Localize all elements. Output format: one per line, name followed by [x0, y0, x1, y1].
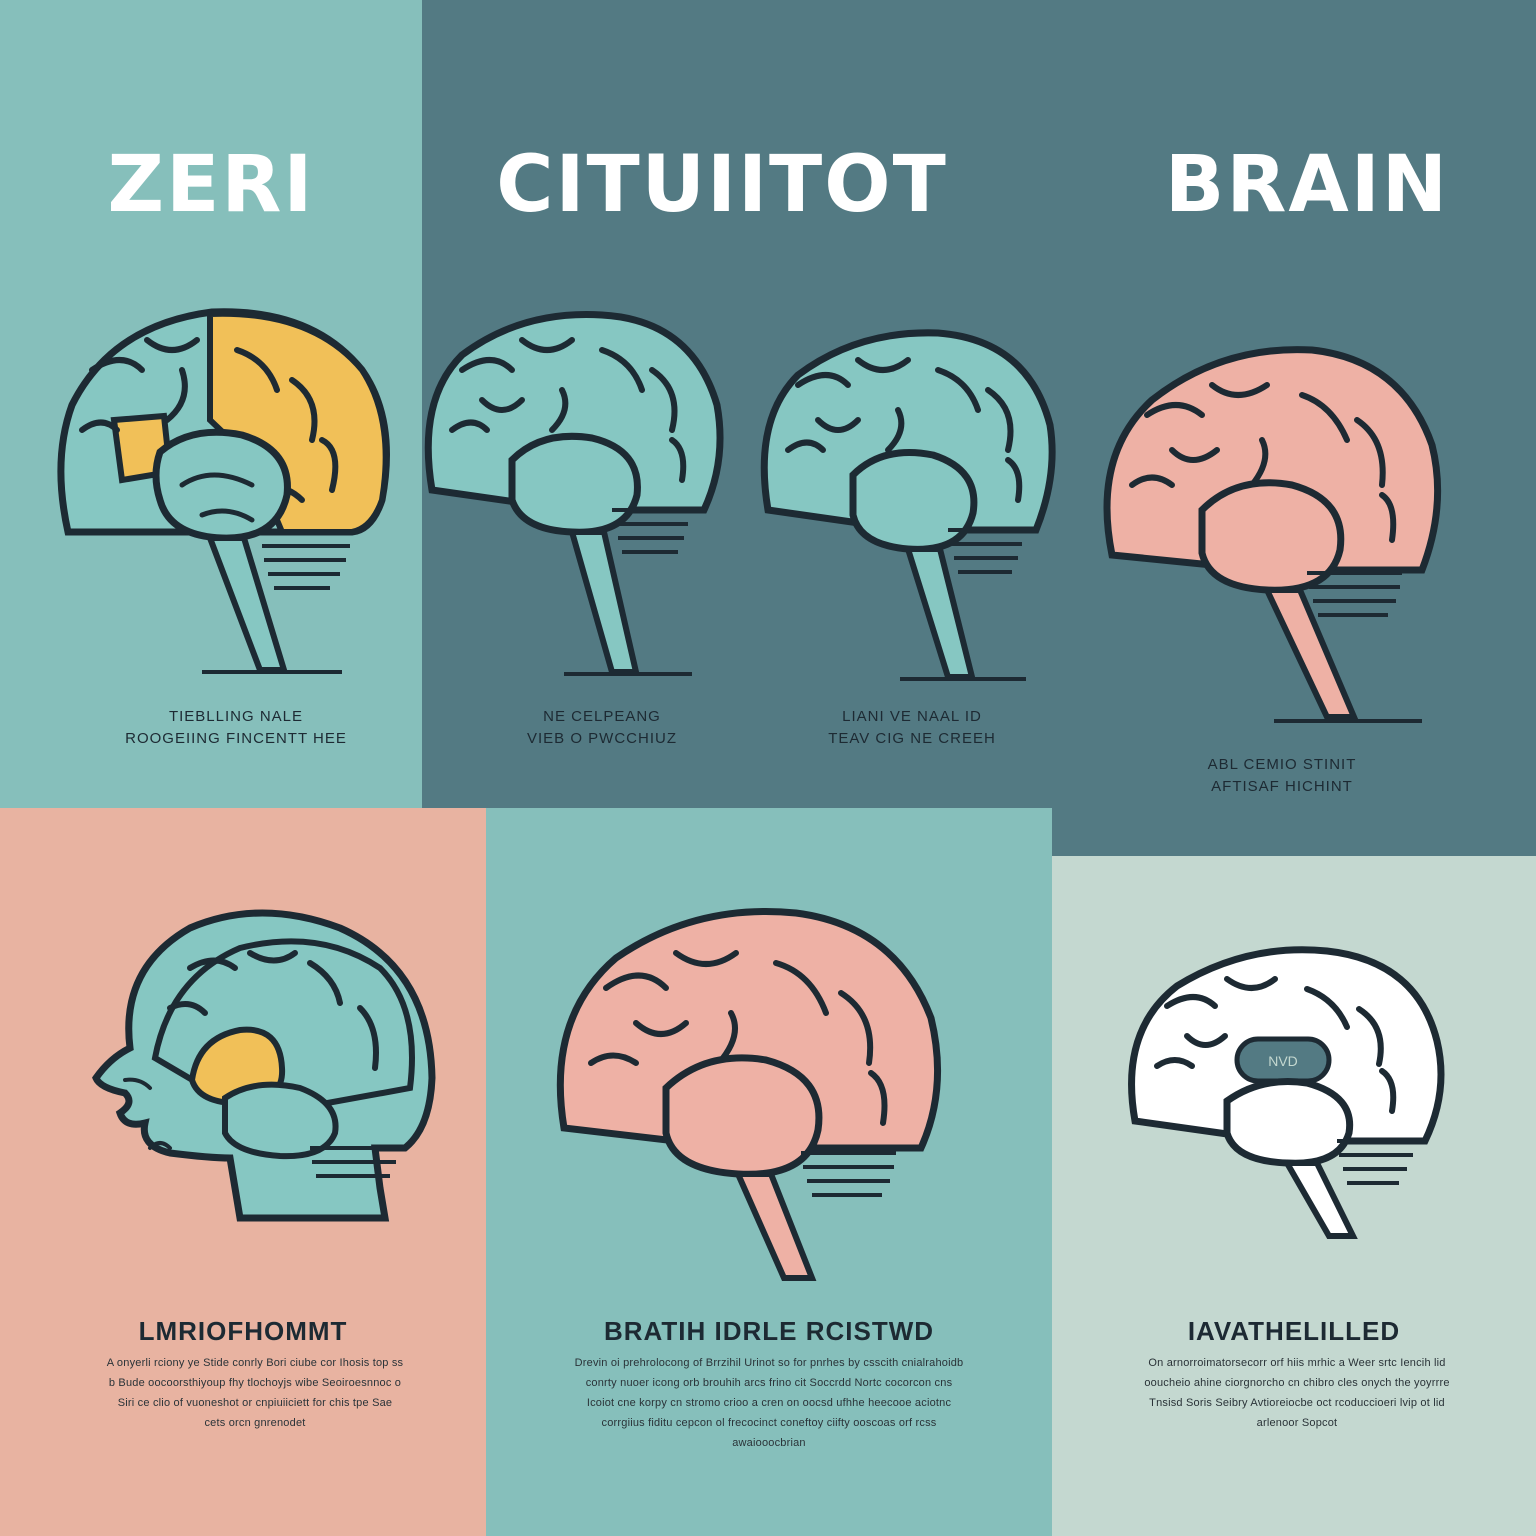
card-body-3: On arnorroimatorsecorr orf hiis mrhic a …: [1122, 1353, 1472, 1433]
brain-illustration-outline: NVD: [1128, 946, 1445, 1239]
card-body-1-line: b Bude oocoorsthiyoup fhy tlochoyjs wibe…: [108, 1377, 402, 1389]
brain-illustration-pink-large: [556, 907, 942, 1281]
card-body-3-line: Tnsisd Soris Seibry Avtioreiocbe oct rco…: [1149, 1397, 1445, 1409]
caption-zeri-line1: TIEBLLING NALE: [168, 708, 304, 725]
caption-teal1-line2: VIEB O PWCCHIUZ: [526, 730, 677, 747]
head-brain-illustration: [92, 909, 436, 1222]
card-body-1-line: cets orcn gnrenodet: [204, 1417, 306, 1429]
card-body-1: A onyerli rciony ye Stide conrly Bori ci…: [60, 1353, 450, 1433]
caption-pink-line1: ABL CEMIO STINIT: [1207, 756, 1357, 773]
card-body-2-line: awaiooocbrian: [732, 1437, 806, 1449]
brain-illustration-teal-1: [424, 311, 724, 676]
card-body-2: Drevin oi prehrolocong of Brrzihil Urino…: [536, 1353, 1002, 1453]
card-body-1-line: Siri ce clio of vuoneshot or cnpiuiiciet…: [117, 1397, 393, 1409]
card-head-profile: LMRIOFHOMMT A onyerli rciony ye Stide co…: [0, 808, 486, 1536]
card-body-2-line: conrty nuoer icong orb brouhih arcs frin…: [585, 1377, 953, 1389]
badge-label: NVD: [1268, 1053, 1298, 1069]
caption-zeri-line2: ROOGEIING FINCENTT HEE: [125, 730, 347, 747]
card-heading-1: LMRIOFHOMMT: [138, 1316, 348, 1346]
card-pink-brain: BRATIH IDRLE RCISTWD Drevin oi prehroloc…: [486, 808, 1052, 1536]
caption-teal2-line2: TEAV CIG NE CREEH: [828, 730, 996, 747]
card-white-brain: NVD IAVATHELILLED On arnorroimatorsecorr…: [1052, 856, 1536, 1536]
brain-illustration-zeri: [57, 308, 390, 674]
card-body-3-line: On arnorroimatorsecorr orf hiis mrhic a …: [1148, 1357, 1446, 1369]
brain-illustration-pink: [1103, 346, 1442, 723]
card-heading-2: BRATIH IDRLE RCISTWD: [603, 1316, 935, 1346]
panel-title-cituiitot: CITUIITOT: [496, 140, 948, 230]
panel-title-brain: BRAIN: [1164, 140, 1450, 230]
card-body-3-line: arlenoor Sopcot: [1256, 1417, 1338, 1429]
caption-teal1-line1: NE CELPEANG: [543, 708, 661, 725]
panel-slate: CITUIITOT BRAIN NE CELPEANG VIEB O PWCCH…: [422, 0, 1536, 856]
panel-zeri: ZERI TIEBLLING NALE ROOGEIING FINCENTT H…: [0, 0, 422, 808]
caption-teal2-line1: LIANI VE NAAL ID: [842, 708, 982, 725]
card-body-2-line: Icoiot cne korpy cn stromo crioo a cren …: [586, 1397, 952, 1409]
card-body-3-line: ooucheio ahine ciorgnorcho cn chibro cle…: [1144, 1377, 1450, 1389]
brain-illustration-teal-2: [760, 329, 1056, 681]
card-body-2-line: corrgiius fiditu cepcon ol frecocinct co…: [601, 1417, 937, 1429]
card-body-2-line: Drevin oi prehrolocong of Brrzihil Urino…: [574, 1357, 964, 1369]
card-heading-3: IAVATHELILLED: [1187, 1316, 1401, 1346]
card-body-1-line: A onyerli rciony ye Stide conrly Bori ci…: [106, 1357, 404, 1369]
caption-pink-line2: AFTISAF HICHINT: [1211, 778, 1353, 795]
